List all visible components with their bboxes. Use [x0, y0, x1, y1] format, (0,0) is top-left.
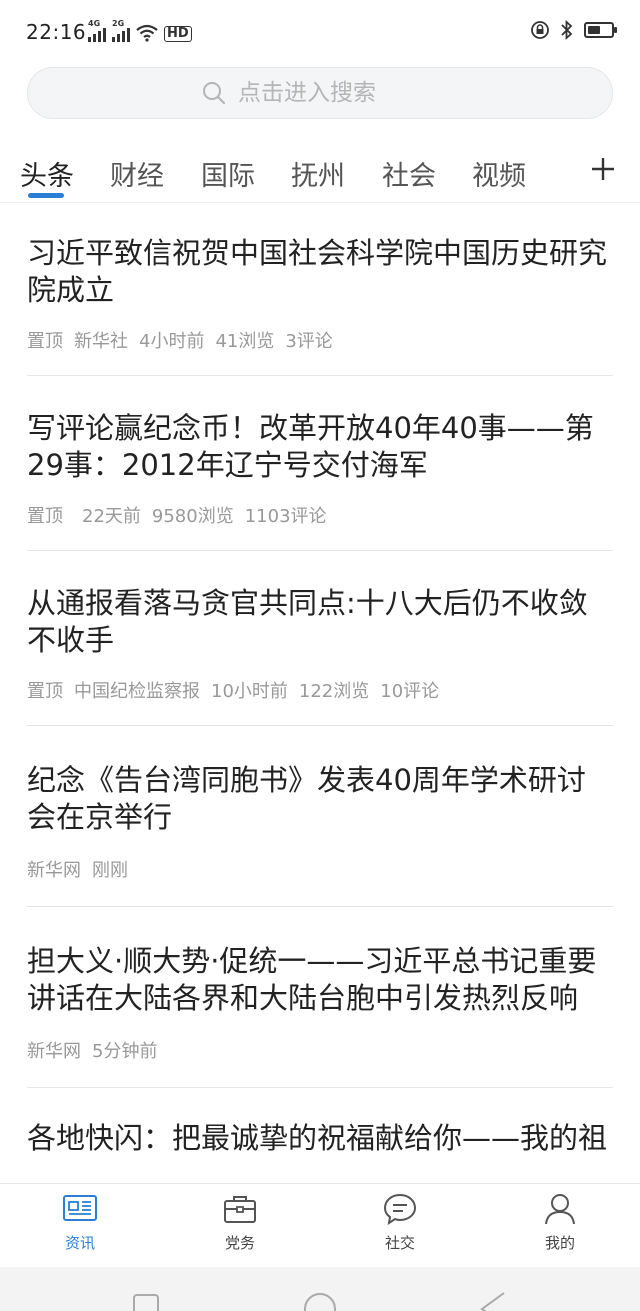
news-meta: 置顶 新华社 4小时前 41浏览 3评论 — [27, 327, 613, 375]
search-input[interactable] — [238, 80, 438, 106]
nav-social[interactable]: 社交 — [360, 1192, 440, 1253]
system-nav-bar — [0, 1267, 640, 1311]
news-views: 122浏览 — [298, 681, 370, 702]
news-source: 新华社 — [74, 331, 128, 352]
news-source: 中国纪检监察报 — [74, 681, 200, 702]
list-item[interactable]: 纪念《告台湾同胞书》发表40周年学术研讨会在京举行 新华网 刚刚 — [0, 726, 640, 906]
news-time: 4小时前 — [139, 331, 205, 352]
bluetooth-icon — [561, 20, 573, 40]
news-list: 习近平致信祝贺中国社会科学院中国历史研究院成立 置顶 新华社 4小时前 41浏览… — [0, 203, 640, 1183]
news-meta: 置顶 22天前 9580浏览 1103评论 — [27, 502, 613, 550]
net-type-2: 2G — [112, 19, 125, 28]
news-meta: 置顶 中国纪检监察报 10小时前 122浏览 10评论 — [27, 677, 613, 725]
news-comments: 10评论 — [380, 681, 440, 702]
news-time: 刚刚 — [92, 860, 128, 881]
briefcase-icon — [224, 1196, 256, 1223]
news-time: 5分钟前 — [92, 1041, 158, 1062]
back-icon[interactable] — [478, 1291, 508, 1311]
recent-apps-icon[interactable] — [132, 1293, 160, 1311]
wifi-icon — [136, 24, 158, 42]
news-title[interactable]: 纪念《告台湾同胞书》发表40周年学术研讨会在京举行 — [27, 762, 613, 836]
news-title[interactable]: 写评论赢纪念币！改革开放40年40事——第29事：2012年辽宁号交付海军 — [27, 410, 613, 484]
active-tab-indicator — [28, 193, 64, 198]
chat-icon — [383, 1193, 417, 1226]
list-item[interactable]: 各地快闪：把最诚挚的祝福献给你——我的祖 — [0, 1088, 640, 1157]
hd-icon: HD — [164, 26, 192, 42]
news-source: 新华网 — [27, 1041, 81, 1062]
news-title[interactable]: 从通报看落马贪官共同点:十八大后仍不收敛不收手 — [27, 585, 613, 659]
tab-fuzhou[interactable]: 抚州 — [291, 154, 345, 193]
list-item[interactable]: 写评论赢纪念币！改革开放40年40事——第29事：2012年辽宁号交付海军 置顶… — [0, 376, 640, 550]
news-comments: 1103评论 — [244, 506, 327, 527]
pinned-badge: 置顶 — [27, 681, 63, 702]
nav-news-label: 资讯 — [64, 1234, 95, 1252]
person-icon — [545, 1194, 575, 1225]
news-title[interactable]: 习近平致信祝贺中国社会科学院中国历史研究院成立 — [27, 235, 613, 309]
add-channel-icon[interactable] — [588, 154, 618, 184]
news-meta: 新华网 刚刚 — [27, 856, 613, 906]
pinned-badge: 置顶 — [27, 506, 63, 527]
news-views: 9580浏览 — [151, 506, 234, 527]
battery-icon — [584, 22, 617, 38]
news-views: 41浏览 — [215, 331, 275, 352]
nav-me[interactable]: 我的 — [520, 1192, 600, 1253]
signal-icon-2: 2G — [112, 19, 130, 42]
tab-finance[interactable]: 财经 — [110, 154, 164, 193]
home-icon[interactable] — [302, 1291, 338, 1311]
signal-group: 4G 2G HD — [88, 19, 192, 42]
list-item[interactable]: 担大义·顺大势·促统一——习近平总书记重要讲话在大陆各界和大陆台胞中引发热烈反响… — [0, 907, 640, 1087]
pinned-badge: 置顶 — [27, 331, 63, 352]
news-meta: 新华网 5分钟前 — [27, 1037, 613, 1087]
nav-me-label: 我的 — [544, 1234, 575, 1252]
status-bar: 22:16 4G 2G HD — [0, 0, 640, 64]
signal-icon-1: 4G — [88, 19, 106, 42]
tab-society[interactable]: 社会 — [382, 154, 436, 193]
status-right-icons — [530, 20, 617, 40]
status-time: 22:16 — [26, 20, 87, 44]
channel-tabs: 头条 财经 国际 抚州 社会 视频 — [0, 140, 640, 203]
news-source: 新华网 — [27, 860, 81, 881]
nav-news[interactable]: 资讯 — [40, 1192, 120, 1253]
news-icon — [63, 1195, 97, 1221]
news-comments: 3评论 — [285, 331, 333, 352]
nav-party[interactable]: 党务 — [200, 1192, 280, 1253]
tab-headlines[interactable]: 头条 — [20, 154, 74, 193]
news-title[interactable]: 担大义·顺大势·促统一——习近平总书记重要讲话在大陆各界和大陆台胞中引发热烈反响 — [27, 943, 613, 1017]
list-item[interactable]: 从通报看落马贪官共同点:十八大后仍不收敛不收手 置顶 中国纪检监察报 10小时前… — [0, 551, 640, 725]
tab-video[interactable]: 视频 — [472, 154, 526, 193]
news-time: 10小时前 — [211, 681, 288, 702]
nav-social-label: 社交 — [384, 1234, 415, 1252]
news-time: 22天前 — [82, 506, 141, 527]
search-bar[interactable] — [27, 67, 613, 119]
search-icon — [203, 82, 226, 105]
lock-rotation-icon — [531, 21, 549, 39]
news-title[interactable]: 各地快闪：把最诚挚的祝福献给你——我的祖 — [27, 1120, 613, 1157]
bottom-navigation: 资讯 党务 社交 我的 — [0, 1183, 640, 1268]
net-type-1: 4G — [88, 19, 101, 28]
nav-party-label: 党务 — [224, 1234, 255, 1252]
list-item[interactable]: 习近平致信祝贺中国社会科学院中国历史研究院成立 置顶 新华社 4小时前 41浏览… — [0, 203, 640, 375]
tab-international[interactable]: 国际 — [201, 154, 255, 193]
